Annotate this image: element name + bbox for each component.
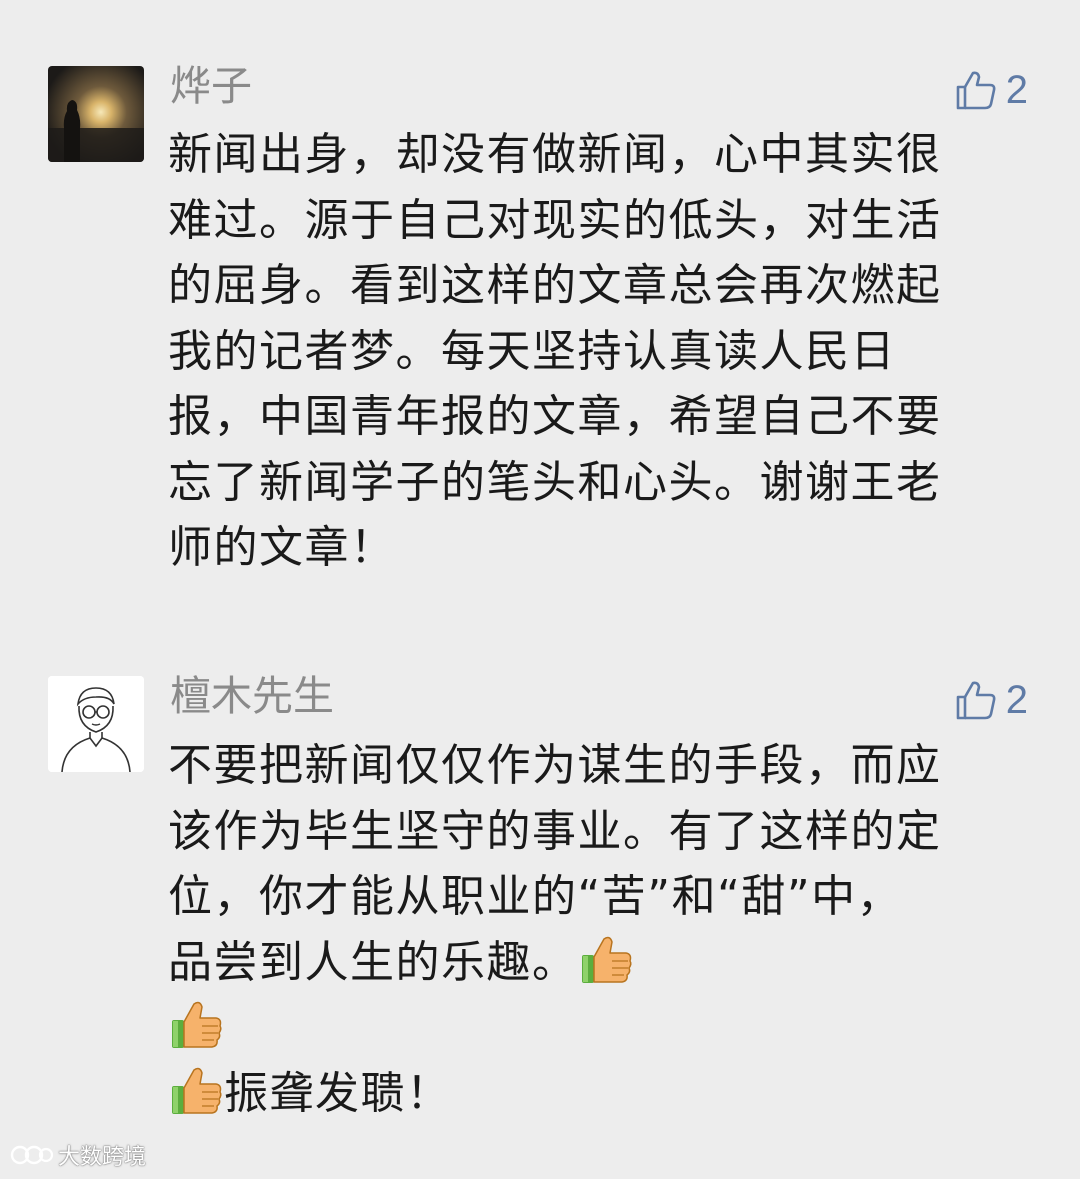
comment-line: 不要把新闻仅仅作为谋生的手段，而应: [168, 740, 942, 791]
watermark-text: 大数跨境: [58, 1145, 147, 1170]
watermark-logo-icon: [10, 1142, 54, 1168]
comment-line: 该作为毕生坚守的事业。有了这样的定: [168, 805, 942, 857]
comment-line: 难过。源于自己对现实的低头，对生活: [168, 194, 942, 246]
comment-line: 报，中国青年报的文章，希望自己不要: [168, 391, 942, 442]
comment-text: 新闻出身，却没有做新闻，心中其实很 难过。源于自己对现实的低头，对生活 的屈身。…: [168, 122, 1018, 581]
comment-line-text: 品尝到人生的乐趣。: [168, 936, 578, 988]
like-count: 2: [1005, 678, 1028, 722]
comment-author[interactable]: 烨子: [170, 62, 252, 110]
comment-line: 振聋发聩！: [168, 1061, 1018, 1127]
like-button[interactable]: 2: [954, 66, 1028, 114]
comment-author[interactable]: 檀木先生: [170, 672, 334, 720]
thumbs-up-outline-icon: [954, 678, 998, 722]
comment-line: 我的记者梦。每天坚持认真读人民日: [168, 325, 896, 377]
user-avatar[interactable]: [48, 676, 144, 772]
comment-line: 新闻出身，却没有做新闻，心中其实很: [168, 129, 942, 180]
cartoon-man-glasses-avatar-icon: [48, 676, 144, 772]
comment-line-text: 振聋发聩！: [224, 1067, 452, 1119]
comment-line: 师的文章！: [168, 522, 396, 573]
comments-page: 烨子 2 新闻出身，却没有做新闻，心中其实很 难过。源于自己对现实的低头，对生活…: [0, 0, 1080, 1179]
comment-line: 忘了新闻学子的笔头和心头。谢谢王老: [168, 456, 942, 508]
like-button[interactable]: 2: [954, 676, 1028, 724]
comment-line: [168, 995, 1018, 1061]
thumbs-up-outline-icon: [954, 68, 998, 112]
comment-line: 的屈身。看到这样的文章总会再次燃起: [168, 260, 942, 311]
comment-line: 品尝到人生的乐趣。: [168, 930, 1018, 996]
watermark: 大数跨境: [10, 1139, 146, 1171]
comment-text: 不要把新闻仅仅作为谋生的手段，而应 该作为毕生坚守的事业。有了这样的定 位，你才…: [168, 733, 1018, 1126]
sunset-silhouette-avatar-icon: [48, 66, 144, 162]
comment-line: 位，你才能从职业的“苦”和“甜”中，: [168, 871, 903, 922]
thumbs-up-emoji-icon: [578, 931, 634, 987]
thumbs-up-emoji-icon: [168, 1062, 224, 1118]
thumbs-up-emoji-icon: [168, 996, 224, 1052]
user-avatar[interactable]: [48, 66, 144, 162]
like-count: 2: [1005, 68, 1028, 112]
